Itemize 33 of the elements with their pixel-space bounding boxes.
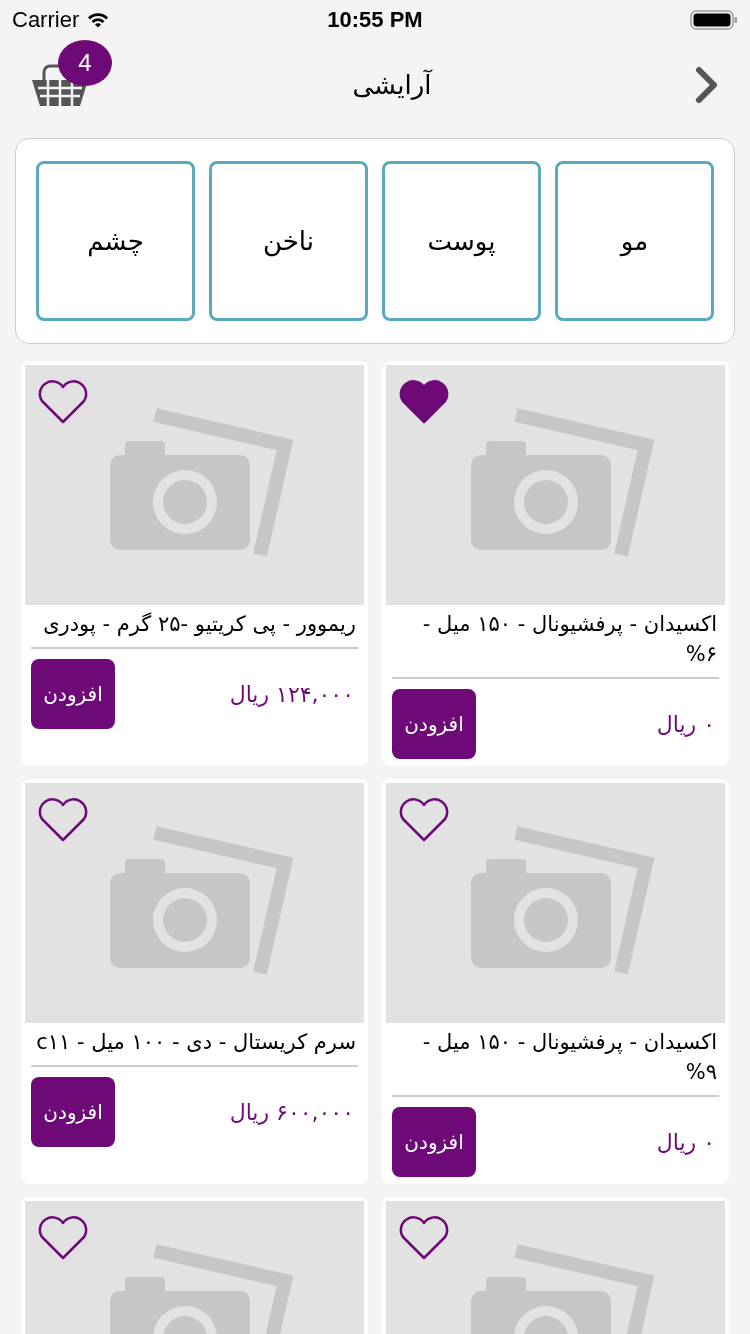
add-button[interactable]: افزودن	[31, 659, 115, 729]
cart-count-badge: 4	[58, 40, 112, 86]
category-button[interactable]: مو	[555, 161, 714, 321]
heart-icon[interactable]	[398, 797, 450, 843]
page-title: آرایشی	[352, 70, 432, 100]
back-chevron-icon[interactable]	[694, 65, 720, 105]
category-button[interactable]: چشم	[36, 161, 195, 321]
product-name: سرم کریستال - دی - ۱۰۰ میل - c۱۱	[31, 1023, 358, 1067]
heart-icon[interactable]	[398, 1215, 450, 1261]
product-card[interactable]: ریموور - پی کریتیو -۲۵ گرم - پودری ۱۲۴,۰۰۰ ریال افزودن	[21, 361, 368, 766]
product-name: ریموور - پی کریتیو -۲۵ گرم - پودری	[31, 605, 358, 649]
add-button[interactable]: افزودن	[31, 1077, 115, 1147]
category-button[interactable]: ناخن	[209, 161, 368, 321]
status-time: 10:55 PM	[327, 7, 423, 33]
product-price: ۰ ریال	[656, 1129, 716, 1155]
category-button[interactable]: پوست	[382, 161, 541, 321]
heart-icon[interactable]	[37, 379, 89, 425]
add-button[interactable]: افزودن	[392, 689, 476, 759]
battery-icon	[690, 9, 738, 31]
product-card[interactable]: اکسیدان - پرفشیونال - ۱۵۰ میل - ۹% ۰ ریال افزودن	[382, 779, 729, 1184]
product-name: اکسیدان - پرفشیونال - ۱۵۰ میل - ۶%	[392, 605, 719, 679]
heart-icon[interactable]	[37, 1215, 89, 1261]
product-price: ۱۲۴,۰۰۰ ریال	[229, 681, 355, 707]
wifi-icon	[87, 12, 110, 28]
product-card[interactable]: سرم کریستال - دی - ۱۰۰ میل - c۱۱ ۶۰۰,۰۰۰ ریال افزودن	[21, 779, 368, 1184]
product-card[interactable]: اکسیدان - پرفشیونال - ۱۵۰ میل - ۶% ۰ ریال افزودن	[382, 361, 729, 766]
product-price: ۶۰۰,۰۰۰ ریال	[229, 1099, 355, 1125]
heart-icon[interactable]	[398, 379, 450, 425]
add-button[interactable]: افزودن	[392, 1107, 476, 1177]
product-name: اکسیدان - پرفشیونال - ۱۵۰ میل - ۹%	[392, 1023, 719, 1097]
carrier-label: Carrier	[12, 7, 80, 33]
heart-icon[interactable]	[37, 797, 89, 843]
product-price: ۰ ریال	[656, 711, 716, 737]
